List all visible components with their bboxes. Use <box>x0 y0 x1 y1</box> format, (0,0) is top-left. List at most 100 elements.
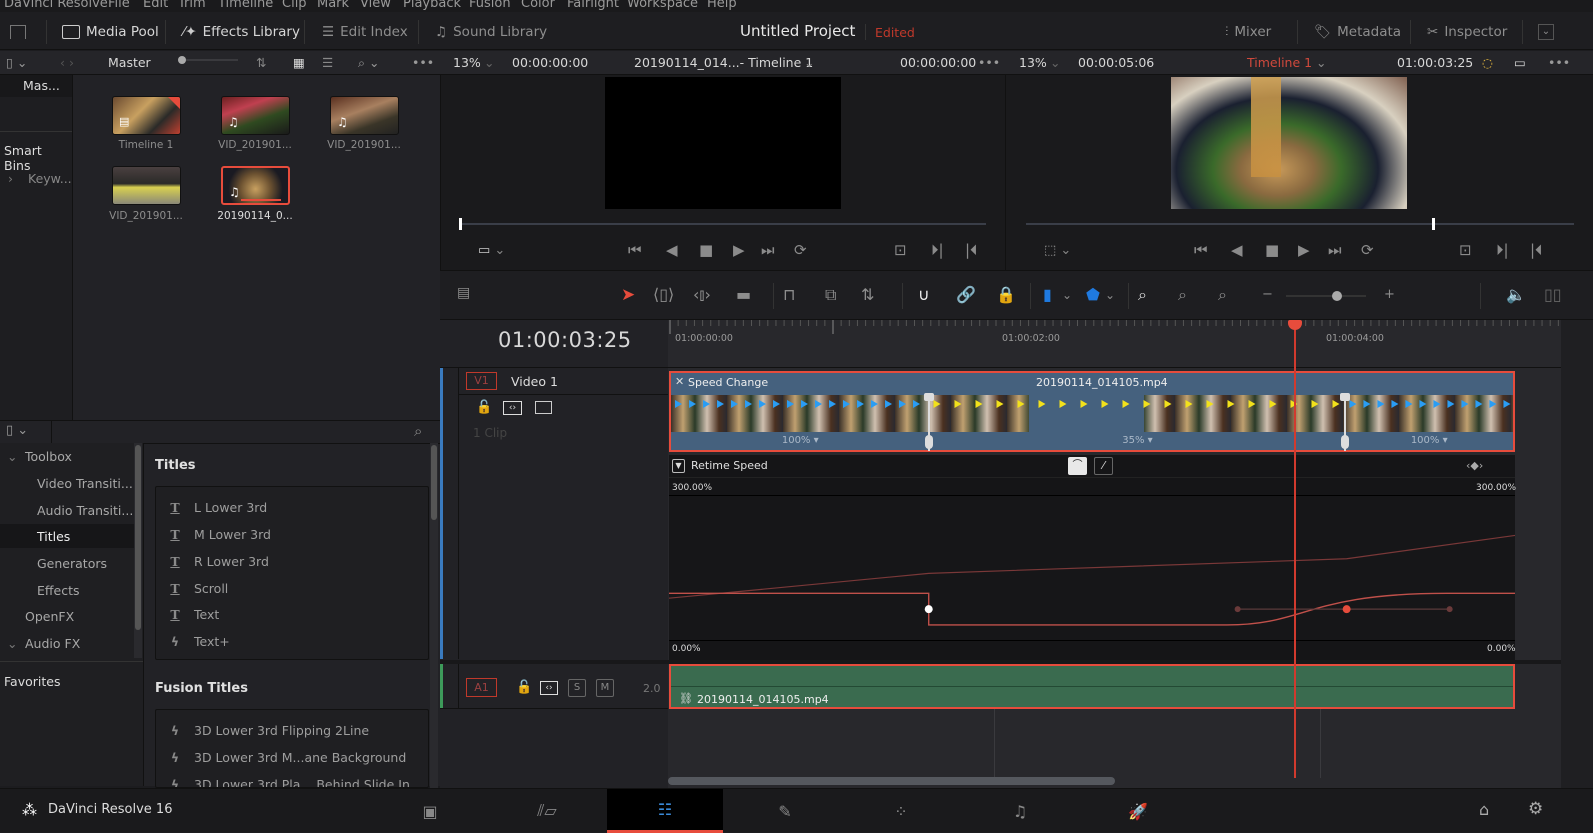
chevron-down-icon[interactable]: ⌄ <box>7 636 17 651</box>
retime-curve[interactable] <box>669 496 1515 642</box>
timeline-view-options-icon[interactable]: ▤ <box>457 285 470 301</box>
video-clip[interactable]: ✕ Speed Change 20190114_014105.mp4 100% … <box>669 371 1515 452</box>
list-view-icon[interactable]: ☰ <box>322 55 333 70</box>
dynamic-trim-icon[interactable]: ‹⫾› <box>693 285 711 305</box>
page-tab-cut[interactable]: ⫽▱ <box>489 789 605 833</box>
mark-in-icon[interactable]: |⏴ <box>1530 241 1543 259</box>
mute-button[interactable]: M <box>596 679 614 697</box>
slider-handle[interactable] <box>178 56 186 64</box>
clip-thumbnail[interactable]: ♫ <box>330 96 399 135</box>
chevron-down-icon[interactable]: ⌄ <box>1316 55 1326 70</box>
scrollbar-thumb[interactable] <box>431 445 437 520</box>
home-icon[interactable]: ⌂ <box>1479 800 1489 819</box>
menu-timeline[interactable]: Timeline <box>218 0 273 11</box>
source-clip-name[interactable]: 20190114_014...- Timeline 1 <box>634 55 813 70</box>
menu-app[interactable]: DaVinci Resolve <box>4 0 108 11</box>
settings-gear-icon[interactable]: ⚙ <box>1528 799 1543 819</box>
scrollbar-thumb[interactable] <box>135 445 141 630</box>
scrubber-handle[interactable] <box>459 218 462 230</box>
clip-thumbnail[interactable]: ♫ <box>221 96 290 135</box>
search-icon[interactable]: ⌕ ⌄ <box>358 55 379 71</box>
page-tab-fairlight[interactable]: ♫ <box>962 789 1078 833</box>
title-item[interactable]: ϟ Text+ <box>168 634 230 649</box>
collapse-curve-button[interactable]: ▼ <box>672 459 685 473</box>
lock-icon[interactable]: 🔓 <box>516 680 532 695</box>
speed-point-handle[interactable] <box>924 393 935 401</box>
title-item[interactable]: T L Lower 3rd <box>168 500 267 515</box>
tree-scrollbar[interactable] <box>134 443 142 658</box>
zoom-in-icon[interactable]: + <box>1384 287 1395 302</box>
volume-icon[interactable]: 🔈 <box>1506 285 1526 304</box>
source-zoom[interactable]: 13% <box>453 55 481 70</box>
timeline-name[interactable]: Timeline 1 <box>1247 55 1312 70</box>
page-tab-edit[interactable]: ☷ <box>607 789 723 833</box>
viewer-mode-icon[interactable]: ▭ <box>1514 55 1526 70</box>
mixer-button[interactable]: ⫶ Mixer <box>1225 20 1271 44</box>
zoom-detail-icon[interactable]: ⌕ <box>1178 285 1187 305</box>
timeline-horizontal-scrollbar[interactable] <box>668 777 1115 785</box>
menu-clip[interactable]: Clip <box>282 0 307 11</box>
auto-select-icon[interactable]: ‹› <box>503 401 522 415</box>
tree-audio-transitions[interactable]: Audio Transiti... <box>37 503 133 518</box>
play-reverse-icon[interactable]: ◀ <box>1231 241 1243 259</box>
clip-thumbnail[interactable]: ♫ <box>221 166 290 205</box>
media-pool-button[interactable]: Media Pool <box>62 20 159 44</box>
page-tab-fusion[interactable]: ✎ <box>727 789 843 833</box>
chevron-down-icon[interactable]: ⌄ <box>1050 55 1060 70</box>
page-tab-color[interactable]: ⁘ <box>843 789 959 833</box>
expand-button[interactable]: ⌄ <box>1538 20 1554 44</box>
jump-start-icon[interactable]: ⏮ <box>628 241 642 259</box>
thumbnail-size-slider[interactable] <box>178 56 238 64</box>
edit-index-button[interactable]: ☰ Edit Index <box>322 20 408 44</box>
track-badge-a1[interactable]: A1 <box>466 678 497 697</box>
mark-out-icon[interactable]: ⏵| <box>1496 241 1509 259</box>
keyframe-nav-icon[interactable]: ‹◆› <box>1466 459 1483 472</box>
track-name-video1[interactable]: Video 1 <box>511 374 558 389</box>
slider-handle[interactable] <box>1332 291 1342 301</box>
playhead[interactable] <box>1288 320 1303 778</box>
curve-graph-area[interactable] <box>669 495 1515 641</box>
stop-icon[interactable]: ■ <box>1265 241 1279 259</box>
viewer-mode-icon[interactable]: ▭ ⌄ <box>478 243 505 258</box>
scrubber-handle[interactable] <box>1431 218 1435 230</box>
fusion-title-item[interactable]: ϟ 3D Lower 3rd Pla... Behind Slide In <box>168 777 410 787</box>
menu-fairlight[interactable]: Fairlight <box>567 0 619 11</box>
jump-start-icon[interactable]: ⏮ <box>1194 241 1208 259</box>
snapping-icon[interactable]: ∪ <box>918 285 930 304</box>
play-icon[interactable]: ▶ <box>1298 241 1310 259</box>
fusion-title-item[interactable]: ϟ 3D Lower 3rd Flipping 2Line <box>168 723 369 738</box>
chevron-down-icon[interactable]: ⌄ <box>1105 288 1115 302</box>
search-icon[interactable]: ⌕ <box>414 422 422 440</box>
menu-edit[interactable]: Edit <box>143 0 168 11</box>
metadata-button[interactable]: 🏷 Metadata <box>1314 20 1401 44</box>
more-options-icon[interactable]: ••• <box>412 55 434 70</box>
track-badge-v1[interactable]: V1 <box>466 372 497 390</box>
tree-video-transitions[interactable]: Video Transiti... <box>37 476 133 491</box>
grid-view-icon[interactable]: ▦ <box>293 55 305 70</box>
menu-view[interactable]: View <box>360 0 391 11</box>
lock-icon[interactable]: 🔓 <box>476 400 492 415</box>
title-item[interactable]: T R Lower 3rd <box>168 554 269 569</box>
timeline-vertical-scrollbar[interactable] <box>1561 320 1593 788</box>
page-tab-deliver[interactable]: 🚀 <box>1080 789 1196 833</box>
match-frame-icon[interactable]: ⊡ <box>894 241 907 259</box>
menu-playback[interactable]: Playback <box>403 0 461 11</box>
speed-point-handle[interactable] <box>1340 393 1351 401</box>
chevron-down-icon[interactable]: ⌄ <box>804 55 814 70</box>
menu-color[interactable]: Color <box>521 0 555 11</box>
effects-library-button[interactable]: ⁄✦ Effects Library <box>183 20 300 44</box>
tree-audio-fx[interactable]: Audio FX <box>25 636 80 651</box>
audio-meter-icon[interactable]: ▯▯ <box>1544 285 1562 304</box>
chevron-right-icon[interactable]: › <box>8 171 13 186</box>
menu-help[interactable]: Help <box>707 0 737 11</box>
solo-button[interactable]: S <box>568 679 586 697</box>
tree-toolbox[interactable]: Toolbox <box>25 449 72 464</box>
more-options-icon[interactable]: ••• <box>978 55 1000 70</box>
title-item[interactable]: T Scroll <box>168 581 228 596</box>
tree-generators[interactable]: Generators <box>37 556 107 571</box>
sound-library-button[interactable]: ♫ Sound Library <box>435 20 547 44</box>
mark-in-icon[interactable]: |⏴ <box>965 241 978 259</box>
zoom-slider[interactable] <box>1286 291 1366 301</box>
speed-point-handle[interactable] <box>925 435 934 449</box>
jump-end-icon[interactable]: ⏭ <box>1328 241 1342 259</box>
